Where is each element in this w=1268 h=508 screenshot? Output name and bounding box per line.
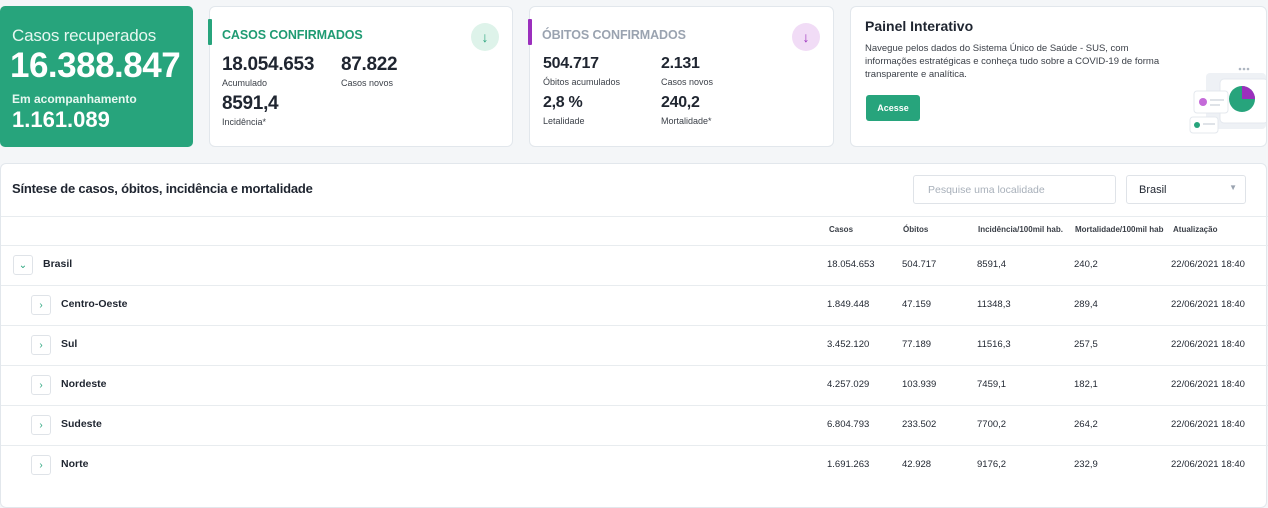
confirmed-new-label: Casos novos bbox=[341, 78, 394, 88]
panel-description: Navegue pelos dados do Sistema Único de … bbox=[865, 43, 1160, 80]
row-obitos: 504.717 bbox=[902, 259, 937, 270]
panel-title: Painel Interativo bbox=[865, 18, 974, 34]
row-incidencia: 8591,4 bbox=[977, 259, 1007, 270]
deaths-accumulated-label: Óbitos acumulados bbox=[543, 77, 621, 87]
row-atualizacao: 22/06/2021 18:40 bbox=[1171, 299, 1245, 310]
accent-bar bbox=[208, 19, 212, 45]
row-atualizacao: 22/06/2021 18:40 bbox=[1171, 379, 1245, 390]
arrow-down-icon[interactable]: ↓ bbox=[792, 23, 820, 51]
deaths-mortality-label: Mortalidade* bbox=[661, 116, 712, 126]
column-header-mortalidade: Mortalidade/100mil hab bbox=[1075, 225, 1164, 234]
confirmed-cases-card: CASOS CONFIRMADOS ↓ 18.054.653 Acumulado… bbox=[208, 6, 513, 147]
chevron-down-icon[interactable]: ⌄ bbox=[13, 255, 33, 275]
chevron-down-icon: ▼ bbox=[1229, 183, 1237, 192]
confirmed-title: CASOS CONFIRMADOS bbox=[222, 28, 363, 42]
column-header-obitos: Óbitos bbox=[903, 225, 929, 234]
column-header-casos: Casos bbox=[829, 225, 854, 234]
row-casos: 1.849.448 bbox=[827, 299, 870, 310]
deaths-lethality: 2,8 % bbox=[543, 94, 583, 111]
confirmed-accumulated-label: Acumulado bbox=[222, 78, 268, 88]
row-name: Sudeste bbox=[61, 418, 102, 430]
deaths-lethality-label: Letalidade bbox=[543, 116, 585, 126]
row-obitos: 103.939 bbox=[902, 379, 937, 390]
row-casos: 1.691.263 bbox=[827, 459, 870, 470]
confirmed-incidence-label: Incidência* bbox=[222, 117, 267, 127]
row-casos: 6.804.793 bbox=[827, 419, 870, 430]
accent-bar bbox=[528, 19, 532, 45]
row-obitos: 42.928 bbox=[902, 459, 932, 470]
table-row: › Centro-Oeste 1.849.448 47.159 11348,3 289,4… bbox=[1, 285, 1268, 325]
deaths-mortality: 240,2 bbox=[661, 94, 700, 111]
chevron-right-icon[interactable]: › bbox=[31, 415, 51, 435]
row-incidencia: 11516,3 bbox=[977, 339, 1011, 350]
chevron-right-icon[interactable]: › bbox=[31, 375, 51, 395]
row-obitos: 47.159 bbox=[902, 299, 932, 310]
row-obitos: 233.502 bbox=[902, 419, 937, 430]
row-casos: 3.452.120 bbox=[827, 339, 870, 350]
table-row: › Sul 3.452.120 77.189 11516,3 257,5 22/06/202… bbox=[1, 325, 1268, 365]
row-name: Centro-Oeste bbox=[61, 298, 128, 310]
recovered-value: 16.388.847 bbox=[10, 46, 181, 85]
chevron-right-icon[interactable]: › bbox=[31, 335, 51, 355]
location-search-input[interactable]: Pesquise uma localidade bbox=[913, 175, 1116, 204]
synthesis-title: Síntese de casos, óbitos, incidência e m… bbox=[12, 181, 313, 196]
row-name: Sul bbox=[61, 338, 78, 350]
column-header-atualizacao: Atualização bbox=[1173, 225, 1218, 234]
recovered-card: Casos recuperados 16.388.847 Em acompanh… bbox=[0, 6, 193, 147]
confirmed-accumulated: 18.054.653 bbox=[222, 54, 315, 75]
confirmed-incidence: 8591,4 bbox=[222, 93, 279, 114]
confirmed-deaths-card: ÓBITOS CONFIRMADOS ↓ 504.717 Óbitos acum… bbox=[528, 6, 834, 147]
row-incidencia: 11348,3 bbox=[977, 299, 1011, 310]
row-mortalidade: 182,1 bbox=[1074, 379, 1098, 390]
row-mortalidade: 264,2 bbox=[1074, 419, 1098, 430]
follow-value: 1.161.089 bbox=[12, 107, 110, 132]
table-row-brasil: ⌄ Brasil 18.054.653 504.717 8591,4 240,2 22/06… bbox=[1, 245, 1268, 285]
chevron-right-icon[interactable]: › bbox=[31, 295, 51, 315]
divider bbox=[1, 216, 1268, 217]
row-name: Nordeste bbox=[61, 378, 107, 390]
deaths-new-label: Casos novos bbox=[661, 77, 714, 87]
table-row: › Nordeste 4.257.029 103.939 7459,1 182,1 22/0… bbox=[1, 365, 1268, 405]
location-select[interactable]: Brasil ▼ bbox=[1126, 175, 1246, 204]
chevron-right-icon[interactable]: › bbox=[31, 455, 51, 475]
column-header-incidencia: Incidência/100mil hab. bbox=[978, 225, 1063, 234]
row-mortalidade: 240,2 bbox=[1074, 259, 1098, 270]
row-incidencia: 9176,2 bbox=[977, 459, 1007, 470]
row-incidencia: 7459,1 bbox=[977, 379, 1007, 390]
row-mortalidade: 232,9 bbox=[1074, 459, 1098, 470]
arrow-down-icon[interactable]: ↓ bbox=[471, 23, 499, 51]
location-select-value: Brasil bbox=[1139, 184, 1167, 196]
deaths-accumulated: 504.717 bbox=[543, 55, 599, 72]
row-casos: 4.257.029 bbox=[827, 379, 870, 390]
synthesis-card: Síntese de casos, óbitos, incidência e m… bbox=[0, 163, 1268, 508]
access-button[interactable]: Acesse bbox=[866, 95, 920, 121]
interactive-panel-card: Painel Interativo Navegue pelos dados do… bbox=[850, 6, 1267, 147]
row-incidencia: 7700,2 bbox=[977, 419, 1007, 430]
deaths-title: ÓBITOS CONFIRMADOS bbox=[542, 28, 686, 42]
row-atualizacao: 22/06/2021 18:40 bbox=[1171, 259, 1245, 270]
row-name: Brasil bbox=[43, 258, 73, 270]
deaths-new: 2.131 bbox=[661, 55, 700, 72]
row-atualizacao: 22/06/2021 18:40 bbox=[1171, 459, 1245, 470]
row-casos: 18.054.653 bbox=[827, 259, 875, 270]
follow-label: Em acompanhamento bbox=[12, 92, 137, 106]
table-row: › Norte 1.691.263 42.928 9176,2 232,9 22/06/20… bbox=[1, 445, 1268, 485]
row-atualizacao: 22/06/2021 18:40 bbox=[1171, 339, 1245, 350]
row-atualizacao: 22/06/2021 18:40 bbox=[1171, 419, 1245, 430]
row-obitos: 77.189 bbox=[902, 339, 932, 350]
recovered-label: Casos recuperados bbox=[12, 26, 157, 45]
dashboard-illustration-icon bbox=[1189, 67, 1266, 134]
row-name: Norte bbox=[61, 458, 89, 470]
row-mortalidade: 289,4 bbox=[1074, 299, 1098, 310]
confirmed-new: 87.822 bbox=[341, 54, 398, 75]
table-row: › Sudeste 6.804.793 233.502 7700,2 264,2 22/06… bbox=[1, 405, 1268, 445]
row-mortalidade: 257,5 bbox=[1074, 339, 1098, 350]
